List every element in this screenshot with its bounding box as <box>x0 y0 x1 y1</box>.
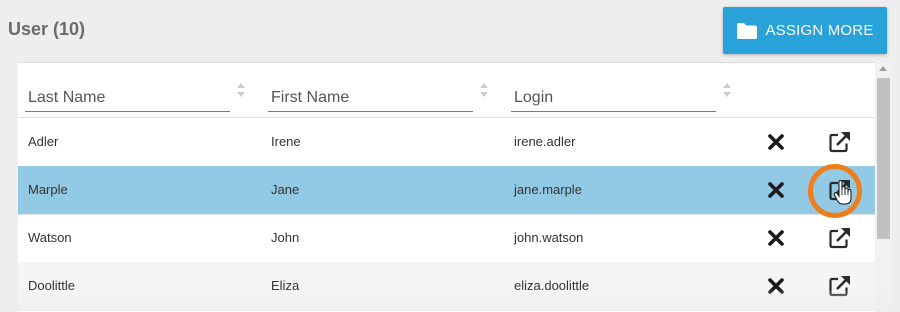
sort-icon[interactable] <box>479 82 489 98</box>
sort-icon[interactable] <box>722 82 732 98</box>
cell-last-name: Doolittle <box>28 278 75 293</box>
sort-icon[interactable] <box>236 82 246 98</box>
page-title: User (10) <box>8 19 86 39</box>
column-label: First Name <box>271 89 350 106</box>
cell-first-name: John <box>271 230 300 245</box>
table-row[interactable]: Watson John john.watson <box>18 214 875 263</box>
table-row[interactable]: Marple Jane jane.marple <box>18 166 875 215</box>
column-filter-last-name[interactable]: Last Name <box>25 85 230 112</box>
table-header: Last Name First Name Login <box>18 63 875 118</box>
open-external-icon[interactable] <box>828 178 852 202</box>
open-external-icon[interactable] <box>828 130 852 154</box>
cell-first-name: Jane <box>271 182 300 197</box>
table-row[interactable]: Adler Irene irene.adler <box>18 118 875 167</box>
cell-login: irene.adler <box>514 134 576 149</box>
delete-icon[interactable] <box>768 134 784 150</box>
cell-last-name: Marple <box>28 182 68 197</box>
cell-login: eliza.doolittle <box>514 278 590 293</box>
delete-icon[interactable] <box>768 182 784 198</box>
cell-first-name: Eliza <box>271 278 300 293</box>
table-row[interactable]: Doolittle Eliza eliza.doolittle <box>18 262 875 311</box>
open-external-icon[interactable] <box>828 226 852 250</box>
scroll-up-arrow-icon[interactable] <box>879 66 887 71</box>
folder-icon <box>736 22 758 40</box>
cell-last-name: Adler <box>28 134 59 149</box>
scrollbar-thumb[interactable] <box>877 78 890 239</box>
cell-first-name: Irene <box>271 134 301 149</box>
cell-login: jane.marple <box>514 182 582 197</box>
cell-login: john.watson <box>514 230 584 245</box>
assign-more-button[interactable]: ASSIGN MORE <box>723 7 887 54</box>
delete-icon[interactable] <box>768 230 784 246</box>
cell-last-name: Watson <box>28 230 72 245</box>
column-label: Login <box>514 89 554 106</box>
column-filter-login[interactable]: Login <box>511 85 716 112</box>
delete-icon[interactable] <box>768 278 784 294</box>
column-filter-first-name[interactable]: First Name <box>268 85 473 112</box>
column-label: Last Name <box>28 89 106 106</box>
open-external-icon[interactable] <box>828 274 852 298</box>
user-table: Last Name First Name Login Adler Irene i… <box>18 62 875 312</box>
assign-more-label: ASSIGN MORE <box>765 22 874 39</box>
vertical-scrollbar[interactable] <box>875 62 892 311</box>
